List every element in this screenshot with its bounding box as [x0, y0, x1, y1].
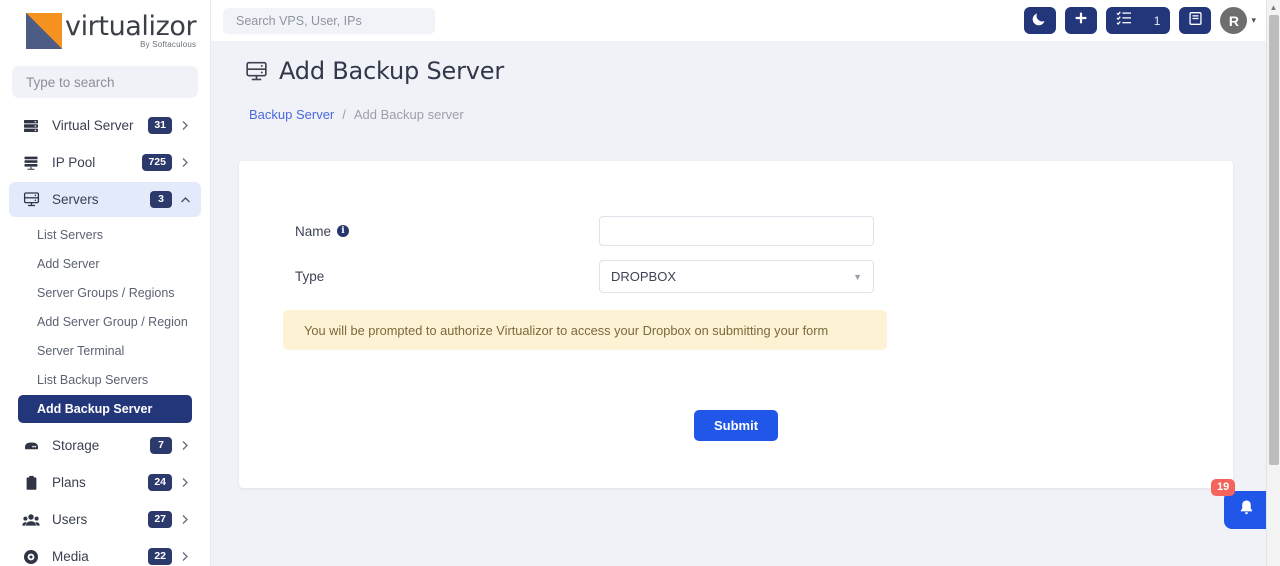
server-stack-icon — [21, 118, 41, 134]
sidebar-item-label: Virtual Server — [52, 118, 134, 133]
add-backup-server-card: Name i Type DROPBOX ▼ You will be prompt… — [239, 161, 1233, 488]
server-monitor-icon — [21, 191, 41, 208]
global-search-placeholder: Search VPS, User, IPs — [236, 13, 362, 28]
task-list-icon — [1116, 10, 1132, 31]
sidebar-item-label: Servers — [52, 192, 99, 207]
clipboard-icon — [21, 475, 41, 491]
sidebar-item-label: Storage — [52, 438, 100, 453]
page-scrollbar[interactable]: ▲ — [1266, 0, 1280, 566]
sidebar-badge: 22 — [148, 547, 172, 566]
sidebar-item-label: Users — [52, 512, 88, 527]
page-title: Add Backup Server — [279, 57, 504, 85]
type-field-row: Type DROPBOX ▼ — [295, 260, 874, 293]
info-icon[interactable]: i — [337, 225, 350, 237]
document-icon — [1188, 11, 1203, 31]
chevron-up-icon — [177, 196, 193, 204]
submenu-item-list-backup-servers[interactable]: List Backup Servers — [18, 366, 192, 394]
disc-icon — [21, 549, 41, 565]
sidebar-badge: 725 — [142, 153, 172, 172]
virtualizor-logo-icon — [26, 13, 62, 49]
plus-icon — [1074, 11, 1088, 30]
submenu-item-server-groups-regions[interactable]: Server Groups / Regions — [18, 279, 192, 307]
breadcrumb-separator: / — [342, 107, 346, 122]
submit-button[interactable]: Submit — [693, 410, 779, 441]
sidebar-item-users[interactable]: Users 27 — [9, 502, 201, 537]
submenu-item-list-servers[interactable]: List Servers — [18, 221, 192, 249]
sidebar-item-label: IP Pool — [52, 155, 96, 170]
brand-tagline: By Softaculous — [140, 40, 197, 49]
dark-mode-button[interactable] — [1023, 7, 1056, 34]
chevron-right-icon — [177, 514, 193, 525]
name-label: Name — [295, 223, 332, 239]
users-icon — [21, 512, 41, 528]
moon-icon — [1032, 11, 1047, 31]
submit-row: Submit — [239, 410, 1233, 441]
submenu-item-add-server-group-region[interactable]: Add Server Group / Region — [18, 308, 192, 336]
sidebar-item-label: Plans — [52, 475, 86, 490]
topbar-actions: 1 R ▾ — [1023, 7, 1256, 34]
sidebar-badge: 24 — [148, 473, 172, 492]
chevron-right-icon — [177, 551, 193, 562]
alert-text: You will be prompted to authorize Virtua… — [304, 322, 829, 338]
app-root: virtualizor By Softaculous Type to searc… — [0, 0, 1280, 566]
submenu-item-add-backup-server[interactable]: Add Backup Server — [18, 395, 192, 423]
sidebar-search-placeholder: Type to search — [26, 74, 115, 90]
user-menu[interactable]: R ▾ — [1220, 7, 1256, 34]
sidebar: virtualizor By Softaculous Type to searc… — [0, 0, 211, 566]
sidebar-item-virtual-server[interactable]: Virtual Server 31 — [9, 108, 201, 143]
sidebar-item-storage[interactable]: Storage 7 — [9, 428, 201, 463]
bell-icon — [1238, 499, 1255, 521]
tasks-button[interactable]: 1 — [1105, 7, 1171, 34]
sidebar-search-input[interactable]: Type to search — [12, 66, 198, 98]
dropbox-authorize-alert: You will be prompted to authorize Virtua… — [283, 310, 887, 350]
notes-button[interactable] — [1179, 7, 1212, 34]
add-button[interactable] — [1064, 7, 1097, 34]
name-label-wrap: Name i — [295, 224, 599, 239]
chevron-right-icon — [177, 477, 193, 488]
notifications-badge: 19 — [1211, 479, 1236, 497]
sidebar-badge: 3 — [150, 190, 172, 209]
sidebar-item-media[interactable]: Media 22 — [9, 539, 201, 566]
sidebar-item-plans[interactable]: Plans 24 — [9, 465, 201, 500]
breadcrumb-current: Add Backup server — [353, 107, 464, 122]
global-search-input[interactable]: Search VPS, User, IPs — [223, 7, 435, 34]
scroll-up-arrow-icon[interactable]: ▲ — [1267, 0, 1280, 14]
main-content: Search VPS, User, IPs 1 R ▾ Add Backup S… — [211, 0, 1280, 566]
ip-pool-icon — [21, 155, 41, 171]
chevron-right-icon — [177, 440, 193, 451]
sidebar-badge: 27 — [148, 510, 172, 529]
submenu-item-server-terminal[interactable]: Server Terminal — [18, 337, 192, 365]
sidebar-item-servers[interactable]: Servers 3 — [9, 182, 201, 217]
brand-logo[interactable]: virtualizor By Softaculous — [0, 0, 210, 62]
breadcrumb: Backup Server / Add Backup server — [211, 85, 1280, 122]
name-input[interactable] — [599, 216, 874, 246]
scrollbar-thumb[interactable] — [1269, 15, 1279, 465]
type-select[interactable]: DROPBOX ▼ — [599, 260, 874, 293]
submenu-item-add-server[interactable]: Add Server — [18, 250, 192, 278]
page-header: Add Backup Server — [211, 41, 1280, 85]
name-field-row: Name i — [295, 216, 874, 246]
sidebar-nav: Virtual Server 31 IP Pool 725 Servers 3 … — [0, 108, 210, 566]
server-monitor-icon — [245, 60, 268, 83]
chevron-down-icon: ▾ — [1251, 15, 1256, 25]
sidebar-badge: 31 — [148, 116, 172, 135]
servers-submenu: List Servers Add Server Server Groups / … — [9, 219, 201, 428]
tasks-count: 1 — [1153, 13, 1161, 28]
caret-down-icon: ▼ — [853, 271, 862, 282]
storage-icon — [21, 437, 41, 454]
type-label: Type — [295, 269, 325, 284]
sidebar-badge: 7 — [150, 436, 172, 455]
breadcrumb-parent-link[interactable]: Backup Server — [249, 107, 334, 122]
brand-name: virtualizor — [65, 11, 197, 42]
sidebar-item-label: Media — [52, 549, 89, 564]
topbar: Search VPS, User, IPs 1 R ▾ — [211, 0, 1280, 41]
notifications-button[interactable]: 19 — [1211, 479, 1268, 529]
avatar: R — [1220, 7, 1248, 34]
chevron-right-icon — [177, 157, 193, 168]
type-select-value: DROPBOX — [611, 269, 677, 284]
chevron-right-icon — [177, 120, 193, 131]
sidebar-item-ip-pool[interactable]: IP Pool 725 — [9, 145, 201, 180]
